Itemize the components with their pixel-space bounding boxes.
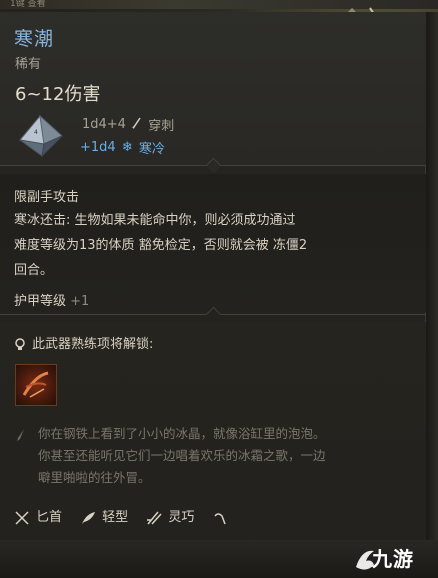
feather-icon xyxy=(82,511,96,524)
property-label: 匕首 xyxy=(36,510,63,525)
dagger-icon xyxy=(15,510,29,525)
cold-icon: ❄ xyxy=(121,140,133,155)
item-damage: 6~12伤害 xyxy=(15,84,101,105)
item-name: 寒潮 xyxy=(14,28,55,50)
passive-description: 寒冰还击: 生物如果未能命中你，则必须成功通过 难度等级为13的体质 豁免检定，… xyxy=(14,208,394,283)
armor-value: +1 xyxy=(70,294,90,309)
svg-text:4: 4 xyxy=(34,129,38,136)
finesse-icon xyxy=(147,511,162,525)
armor-label: 护甲等级 xyxy=(14,294,67,309)
flavor-text: 你在钢铁上看到了小小的冰晶，就像浴缸里的泡泡。 你甚至还能听见它们一边唱着欢乐的… xyxy=(38,423,410,489)
passive-text: 难度等级为13的体质 xyxy=(14,238,135,253)
flavor-line: 噼里啪啦的往外冒。 xyxy=(38,470,151,485)
property-label: 轻型 xyxy=(102,510,129,525)
lightbulb-icon xyxy=(15,337,25,350)
tooltip-frame-edge xyxy=(426,12,438,578)
property-label: 灵巧 xyxy=(168,510,195,525)
flavor-line: 你在钢铁上看到了小小的冰晶，就像浴缸里的泡泡。 xyxy=(38,426,326,441)
tooltip-header: 寒潮 稀有 6~12伤害 4 1d4+4 穿刺 +1d4 ❄ 寒冷 xyxy=(0,12,426,165)
flavor-line: 你甚至还能听见它们一边唱着欢乐的冰霜之歌，一边 xyxy=(38,448,326,463)
passive-text: ，否则就会被 xyxy=(190,238,269,253)
dice-icon: 4 xyxy=(19,114,63,158)
dice-bonus: +1d4 xyxy=(80,140,116,155)
damage-type-bonus: 寒冷 xyxy=(138,142,165,157)
damage-type-primary: 穿刺 xyxy=(148,119,175,134)
property-thrown[interactable] xyxy=(212,510,234,526)
hotbar-hint: 1键 查看 xyxy=(10,0,46,9)
damage-dice-bonus: +1d4 ❄ 寒冷 xyxy=(80,138,165,157)
attack-section: 限副手攻击 寒冰还击: 生物如果未能命中你，则必须成功通过 难度等级为13的体质… xyxy=(0,174,426,312)
item-rarity: 稀有 xyxy=(15,57,42,72)
passive-text: 生物如果未能命中你，则必须成功通过 xyxy=(74,213,296,228)
attack-type: 限副手攻击 xyxy=(14,190,80,205)
damage-dice-primary: 1d4+4 穿刺 xyxy=(82,115,174,134)
dice-primary: 1d4+4 xyxy=(82,117,126,132)
throw-icon xyxy=(214,512,227,524)
unlock-text: 此武器熟练项将解锁: xyxy=(32,337,154,352)
saving-throw-link[interactable]: 豁免检定 xyxy=(139,238,191,253)
armor-class: 护甲等级 +1 xyxy=(14,290,89,309)
property-dagger[interactable]: 匕首 xyxy=(14,506,62,526)
weapon-properties: 匕首 轻型 灵巧 xyxy=(14,506,248,526)
quill-icon xyxy=(17,429,24,441)
proficiency-unlock: 此武器熟练项将解锁: xyxy=(14,333,153,352)
passive-name: 寒冰还击: xyxy=(14,213,71,228)
slash-icon xyxy=(22,371,49,398)
property-light[interactable]: 轻型 xyxy=(80,506,128,526)
item-tooltip: 寒潮 稀有 6~12伤害 4 1d4+4 穿刺 +1d4 ❄ 寒冷 限副手攻击 … xyxy=(0,12,426,578)
passive-text: 回合。 xyxy=(14,263,54,278)
condition-link[interactable]: 冻僵2 xyxy=(273,238,307,253)
pierce-icon xyxy=(132,117,142,133)
weapon-action-icon[interactable] xyxy=(15,364,57,406)
property-finesse[interactable]: 灵巧 xyxy=(146,506,194,526)
watermark-text: 九游 xyxy=(372,547,414,571)
